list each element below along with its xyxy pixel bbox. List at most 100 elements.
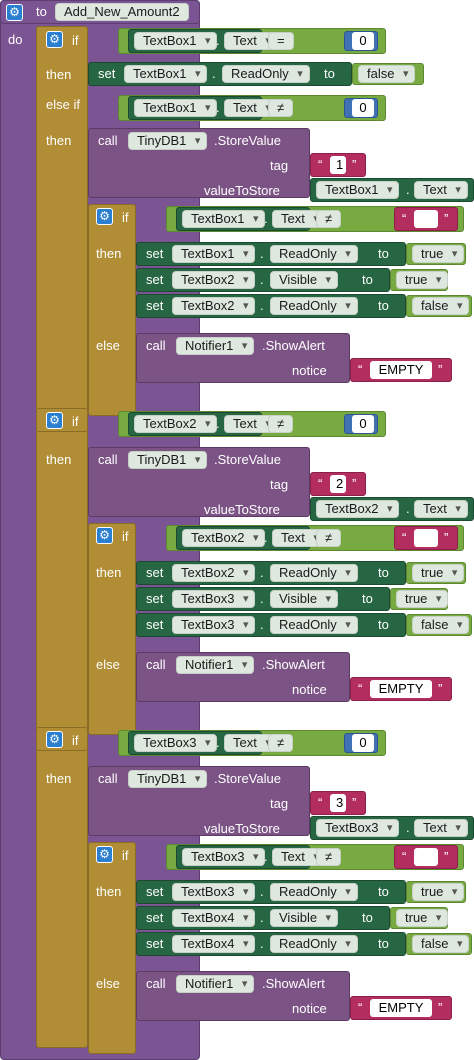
if-label: if [122,848,129,863]
dot-label: . [260,565,264,580]
boolean-dropdown[interactable]: true [396,909,449,927]
text-value-field[interactable] [414,529,438,547]
text-value-field[interactable]: 1 [330,156,346,174]
property-dropdown[interactable]: Visible [270,909,339,927]
boolean-dropdown[interactable]: false [412,297,470,315]
property-dropdown[interactable]: ReadOnly [270,935,358,953]
boolean-dropdown[interactable]: true [396,590,449,608]
text-value-field[interactable]: EMPTY [370,680,432,698]
component-dropdown[interactable]: TextBox1 [172,245,256,263]
boolean-dropdown[interactable]: true [412,245,465,263]
dot-label: . [264,211,268,226]
text-value-field[interactable] [414,210,438,228]
component-dropdown[interactable]: TextBox1 [134,32,218,50]
text-value-field[interactable]: 2 [330,475,346,493]
property-dropdown[interactable]: ReadOnly [270,297,358,315]
property-dropdown[interactable]: Text [414,500,468,518]
text-value-field[interactable]: EMPTY [370,361,432,379]
boolean-dropdown[interactable]: false [358,65,416,83]
component-dropdown[interactable]: Notifier1 [176,337,255,355]
operator-dropdown[interactable]: ≠ [268,734,294,752]
component-dropdown[interactable]: TextBox2 [172,564,256,582]
mutator-gear-icon[interactable]: ⚙ [96,527,113,544]
property-dropdown[interactable]: ReadOnly [270,616,358,634]
boolean-dropdown[interactable]: false [412,935,470,953]
quote-icon: ” [444,211,449,226]
notice-label: notice [292,682,327,697]
component-dropdown[interactable]: TextBox1 [124,65,208,83]
mutator-gear-icon[interactable]: ⚙ [6,4,23,21]
mutator-gear-icon[interactable]: ⚙ [46,412,63,429]
mutator-gear-icon[interactable]: ⚙ [46,31,63,48]
property-dropdown[interactable]: ReadOnly [270,883,358,901]
component-dropdown[interactable]: TextBox3 [172,883,256,901]
call-label: call [146,338,166,353]
boolean-dropdown[interactable]: true [412,564,465,582]
component-dropdown[interactable]: TextBox3 [134,734,218,752]
mutator-gear-icon[interactable]: ⚙ [46,731,63,748]
text-value-field[interactable] [414,848,438,866]
property-dropdown[interactable]: Visible [270,271,339,289]
number-field[interactable]: 0 [352,32,374,50]
text-value-field[interactable]: 3 [330,794,346,812]
if-block[interactable] [36,26,88,1048]
dot-label: . [216,100,220,115]
to-label: to [362,910,373,925]
component-dropdown[interactable]: TinyDB1 [128,132,208,150]
component-dropdown[interactable]: TextBox3 [172,616,256,634]
number-field[interactable]: 0 [352,99,374,117]
component-dropdown[interactable]: TextBox4 [172,935,256,953]
then-label: then [96,884,122,899]
component-dropdown[interactable]: TextBox3 [172,590,256,608]
property-dropdown[interactable]: ReadOnly [270,564,358,582]
number-field[interactable]: 0 [352,415,374,433]
dot-label: . [264,849,268,864]
operator-dropdown[interactable]: ≠ [268,99,294,117]
then-label: then [46,452,72,467]
text-value-field[interactable]: EMPTY [370,999,432,1017]
nested-if-block[interactable] [88,204,136,416]
boolean-dropdown[interactable]: false [412,616,470,634]
quote-icon: ” [438,681,443,696]
dot-label: . [260,884,264,899]
component-dropdown[interactable]: TextBox2 [316,500,400,518]
component-dropdown[interactable]: TextBox3 [316,819,400,837]
component-dropdown[interactable]: Notifier1 [176,656,255,674]
component-dropdown[interactable]: Notifier1 [176,975,255,993]
operator-dropdown[interactable]: ≠ [268,415,294,433]
number-field[interactable]: 0 [352,734,374,752]
component-dropdown[interactable]: TextBox2 [172,297,256,315]
component-dropdown[interactable]: TextBox2 [182,529,266,547]
mutator-gear-icon[interactable]: ⚙ [96,846,113,863]
then-label: then [46,67,72,82]
component-dropdown[interactable]: TextBox3 [182,848,266,866]
operator-dropdown[interactable]: ≠ [316,210,342,228]
operator-dropdown[interactable]: ≠ [316,848,342,866]
component-dropdown[interactable]: TinyDB1 [128,770,208,788]
dot-label: . [260,298,264,313]
component-dropdown[interactable]: TextBox2 [134,415,218,433]
property-dropdown[interactable]: Text [414,819,468,837]
method-label: .ShowAlert [262,657,325,672]
boolean-dropdown[interactable]: true [396,271,449,289]
component-dropdown[interactable]: TinyDB1 [128,451,208,469]
boolean-dropdown[interactable]: true [412,883,465,901]
nested-if-block[interactable] [88,842,136,1054]
component-dropdown[interactable]: TextBox1 [316,181,400,199]
dot-label: . [260,936,264,951]
to-label: to [378,936,389,951]
component-dropdown[interactable]: TextBox1 [182,210,266,228]
operator-dropdown[interactable]: = [268,32,294,50]
component-dropdown[interactable]: TextBox4 [172,909,256,927]
property-dropdown[interactable]: ReadOnly [222,65,310,83]
quote-icon: ” [438,1000,443,1015]
nested-if-block[interactable] [88,523,136,735]
procedure-name-field[interactable]: Add_New_Amount2 [55,3,189,21]
property-dropdown[interactable]: ReadOnly [270,245,358,263]
mutator-gear-icon[interactable]: ⚙ [96,208,113,225]
component-dropdown[interactable]: TextBox1 [134,99,218,117]
property-dropdown[interactable]: Text [414,181,468,199]
component-dropdown[interactable]: TextBox2 [172,271,256,289]
operator-dropdown[interactable]: ≠ [316,529,342,547]
property-dropdown[interactable]: Visible [270,590,339,608]
